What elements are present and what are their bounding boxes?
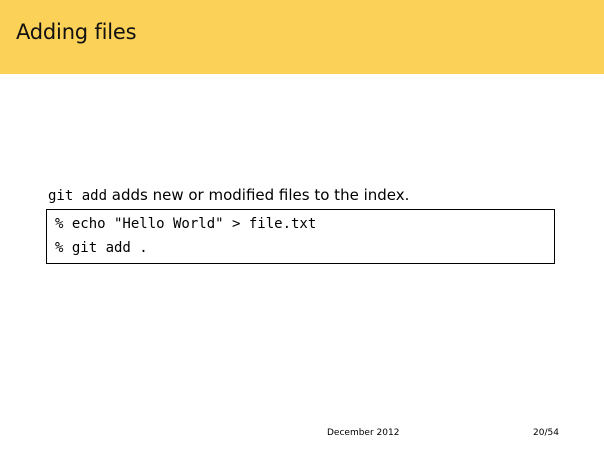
code-line: % git add .	[55, 240, 148, 256]
footer-date: December 2012	[327, 428, 400, 438]
intro-text: adds new or modified files to the index.	[107, 186, 410, 204]
page-number: 20/54	[533, 428, 559, 438]
slide-header-bar: Adding files	[0, 0, 604, 74]
code-block: % echo "Hello World" > file.txt % git ad…	[46, 209, 555, 264]
intro-sentence: git add adds new or modified files to th…	[48, 186, 409, 204]
slide-title: Adding files	[16, 20, 137, 44]
code-line: % echo "Hello World" > file.txt	[55, 216, 317, 232]
inline-command: git add	[48, 188, 108, 204]
